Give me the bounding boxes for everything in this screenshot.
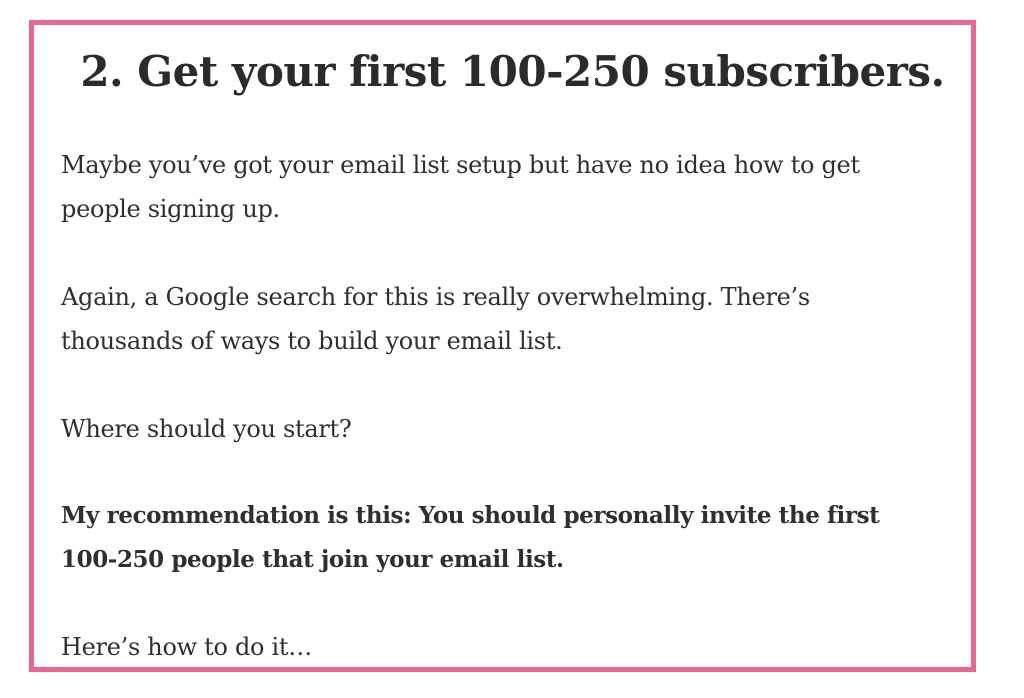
paragraph-email-list-setup: Maybe you’ve got your email list setup b… [61,143,961,231]
paragraph-line: people signing up. [61,195,280,223]
paragraph-google-search: Again, a Google search for this is reall… [61,275,961,363]
pink-bordered-content-box: 2. Get your first 100-250 subscribers. M… [29,20,976,672]
paragraph-recommendation: My recommendation is this: You should pe… [61,494,961,582]
paragraph-line: My recommendation is this: You should pe… [61,502,880,529]
paragraph-line: 100-250 people that join your email list… [61,546,564,573]
paragraph-line: Where should you start? [61,415,352,443]
paragraph-line: Maybe you’ve got your email list setup b… [61,151,860,179]
paragraph-line: Here’s how to do it… [61,633,312,661]
paragraph-how-to: Here’s how to do it… [61,625,961,669]
paragraph-line: Again, a Google search for this is reall… [61,283,810,311]
section-heading: 2. Get your first 100-250 subscribers. [80,47,945,96]
paragraph-line: thousands of ways to build your email li… [61,327,563,355]
paragraph-where-start: Where should you start? [61,407,961,451]
